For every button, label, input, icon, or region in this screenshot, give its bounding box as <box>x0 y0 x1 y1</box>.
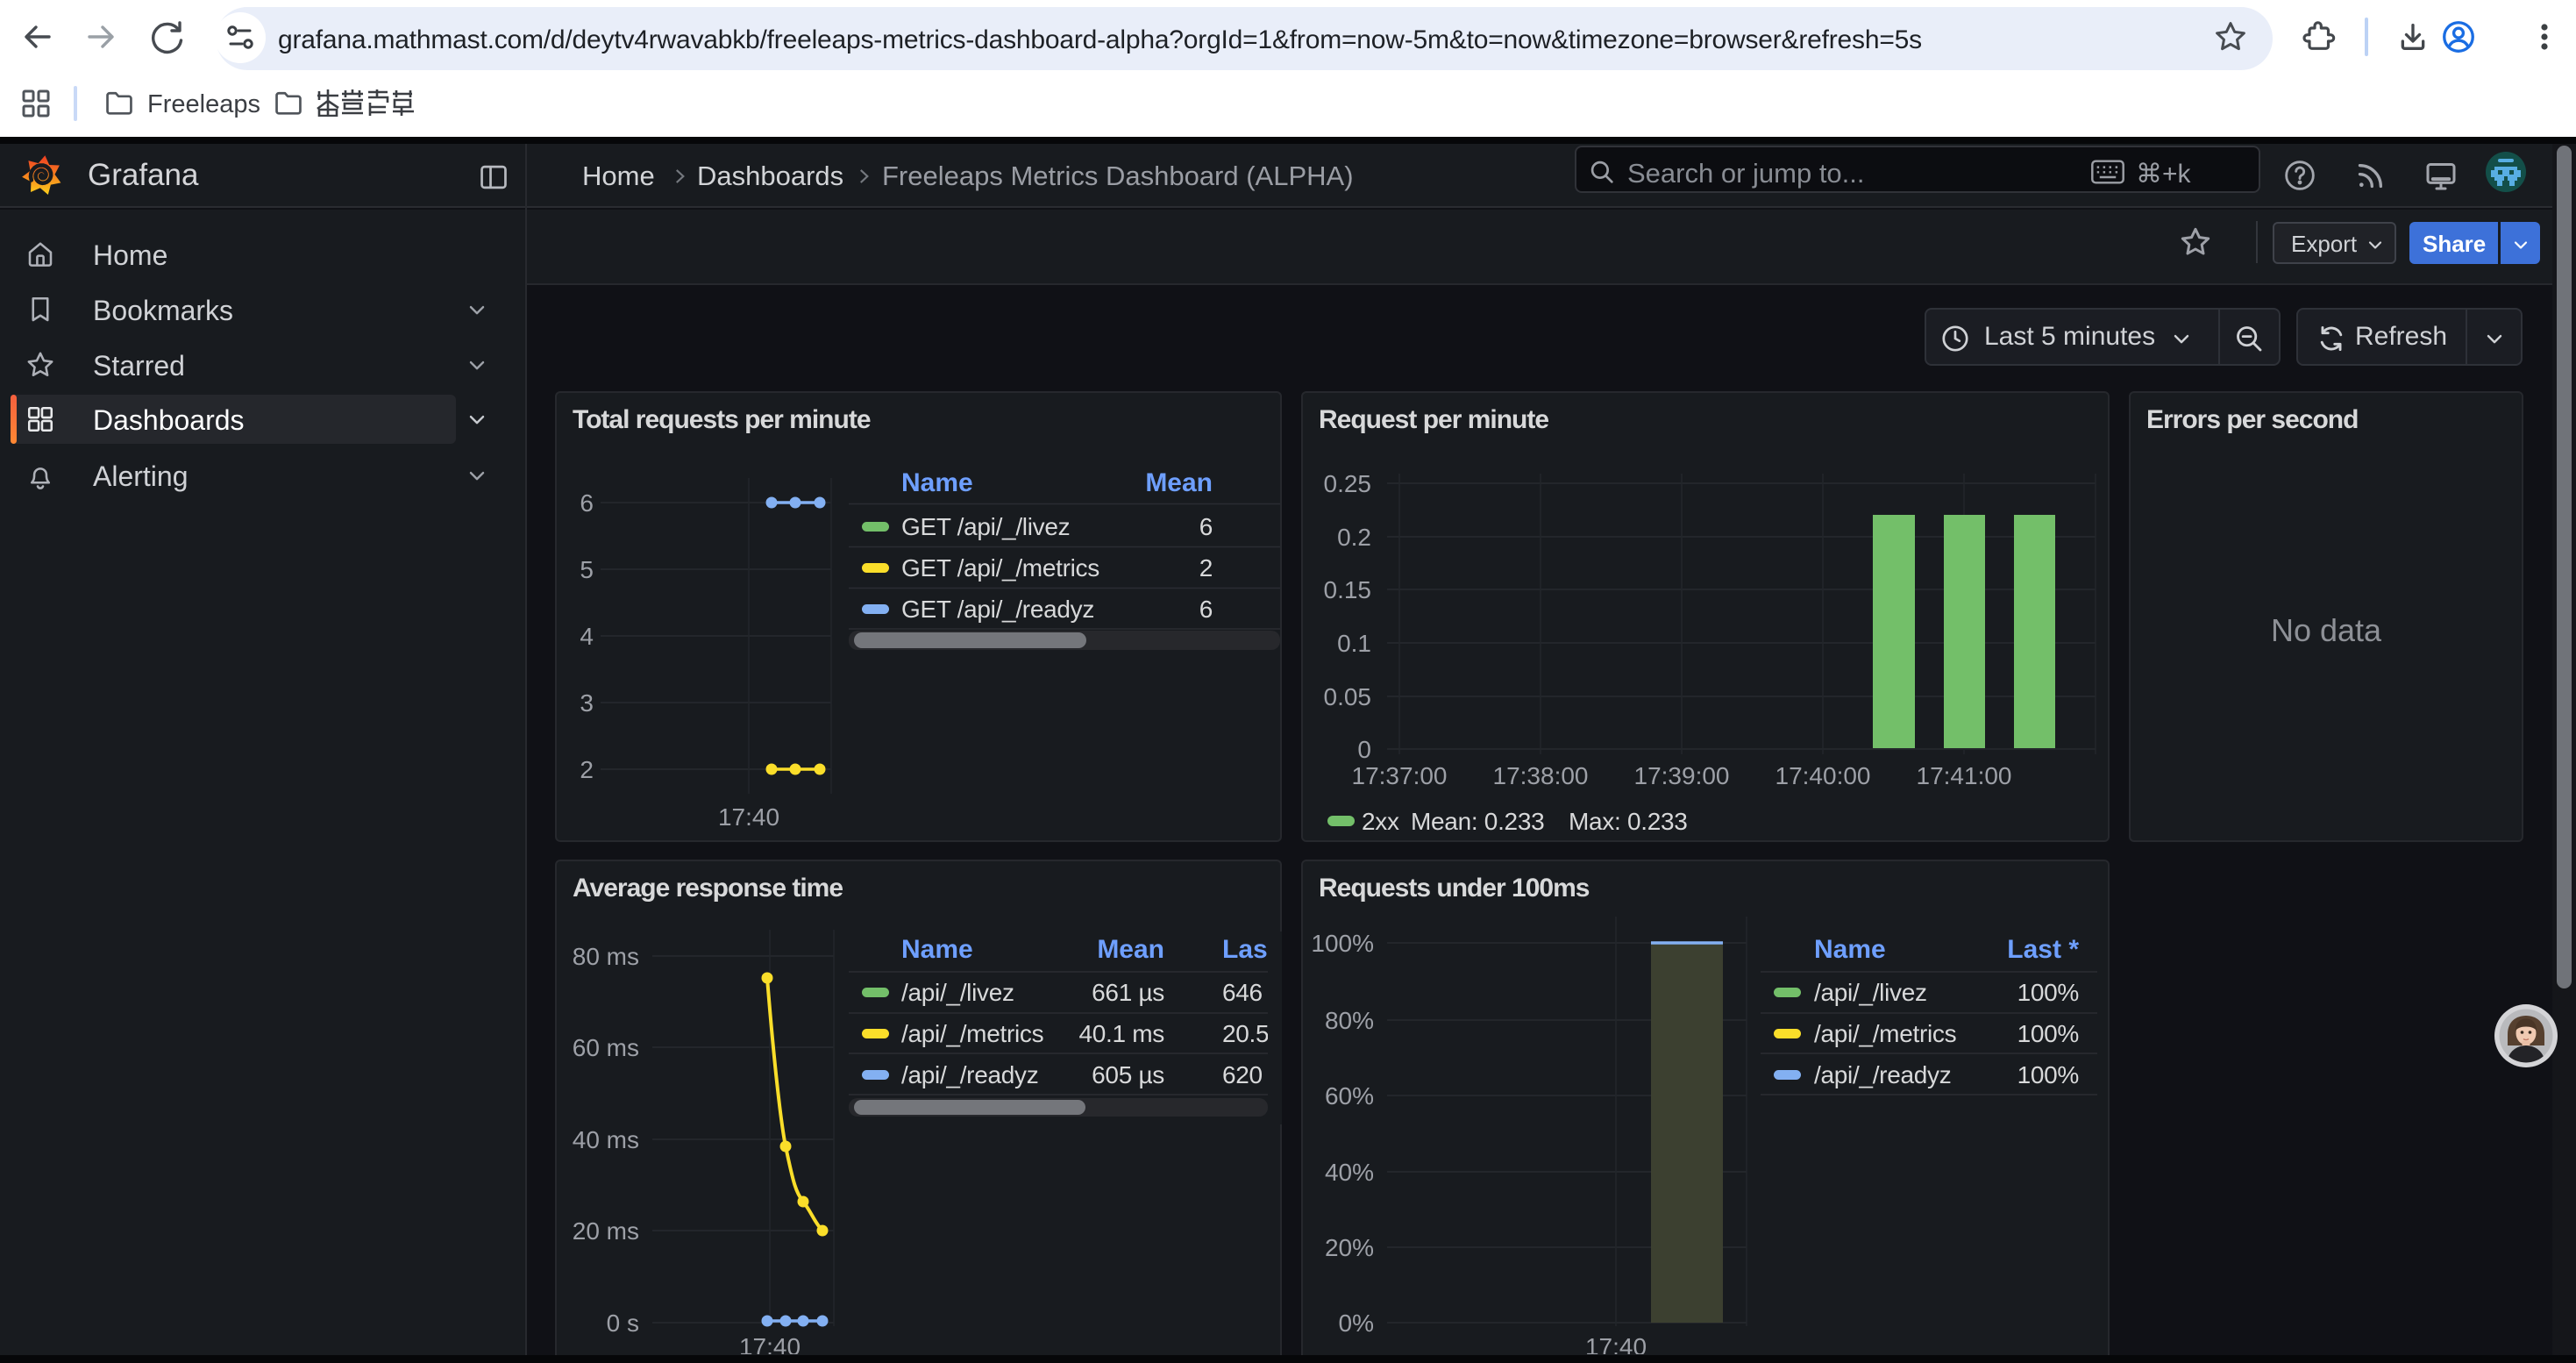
svg-text:40.1 ms: 40.1 ms <box>1079 1020 1165 1047</box>
svg-text:Mean: 0.233: Mean: 0.233 <box>1411 808 1544 835</box>
svg-text:60%: 60% <box>1325 1082 1374 1110</box>
svg-text:6: 6 <box>1199 596 1213 623</box>
svg-text:100%: 100% <box>2017 1061 2079 1088</box>
svg-text:5: 5 <box>580 556 594 583</box>
svg-text:6: 6 <box>580 489 594 517</box>
svg-text:0.2: 0.2 <box>1337 524 1371 551</box>
svg-text:0: 0 <box>1357 736 1371 763</box>
svg-text:0.25: 0.25 <box>1324 470 1372 497</box>
svg-text:17:37:00: 17:37:00 <box>1352 762 1448 789</box>
svg-text:17:41:00: 17:41:00 <box>1917 762 2012 789</box>
svg-text:100%: 100% <box>2017 979 2079 1006</box>
svg-text:/api/_/metrics: /api/_/metrics <box>1814 1020 1956 1047</box>
svg-text:Name: Name <box>901 468 973 497</box>
svg-text:Mean: Mean <box>1145 468 1213 497</box>
svg-text:80 ms: 80 ms <box>573 943 639 970</box>
svg-text:0.1: 0.1 <box>1337 630 1371 657</box>
svg-text:0%: 0% <box>1339 1309 1374 1337</box>
svg-text:605 µs: 605 µs <box>1092 1061 1164 1088</box>
svg-text:60 ms: 60 ms <box>573 1034 639 1061</box>
svg-text:17:40: 17:40 <box>739 1333 801 1354</box>
svg-text:661 µs: 661 µs <box>1092 979 1164 1006</box>
svg-text:0.05: 0.05 <box>1324 683 1372 710</box>
svg-text:100%: 100% <box>2017 1020 2079 1047</box>
svg-text:6: 6 <box>1199 513 1213 540</box>
svg-text:GET /api/_/livez: GET /api/_/livez <box>901 513 1070 540</box>
svg-text:Last *: Last * <box>2007 935 2079 964</box>
svg-text:Name: Name <box>901 935 973 964</box>
svg-text:20 ms: 20 ms <box>573 1217 639 1245</box>
svg-text:/api/_/metrics: /api/_/metrics <box>901 1020 1043 1047</box>
svg-text:4: 4 <box>580 623 594 650</box>
svg-text:0.15: 0.15 <box>1324 576 1372 603</box>
svg-text:2: 2 <box>1199 554 1213 582</box>
svg-text:2: 2 <box>580 756 594 783</box>
svg-text:3: 3 <box>580 689 594 717</box>
svg-text:GET /api/_/readyz: GET /api/_/readyz <box>901 596 1094 623</box>
svg-text:17:40: 17:40 <box>718 803 779 831</box>
svg-text:Name: Name <box>1814 935 1886 964</box>
svg-text:/api/_/livez: /api/_/livez <box>901 979 1014 1006</box>
svg-text:17:40:00: 17:40:00 <box>1775 762 1871 789</box>
svg-text:17:38:00: 17:38:00 <box>1493 762 1589 789</box>
svg-text:17:40: 17:40 <box>1585 1333 1647 1354</box>
svg-text:2xx: 2xx <box>1362 808 1399 835</box>
svg-text:0 s: 0 s <box>607 1309 639 1337</box>
svg-text:40 ms: 40 ms <box>573 1126 639 1153</box>
svg-text:17:39:00: 17:39:00 <box>1634 762 1730 789</box>
svg-text:/api/_/readyz: /api/_/readyz <box>1814 1061 1951 1088</box>
svg-text:20%: 20% <box>1325 1234 1374 1261</box>
svg-text:/api/_/livez: /api/_/livez <box>1814 979 1927 1006</box>
svg-text:/api/_/readyz: /api/_/readyz <box>901 1061 1038 1088</box>
svg-text:100%: 100% <box>1311 930 1374 957</box>
svg-text:GET /api/_/metrics: GET /api/_/metrics <box>901 554 1099 582</box>
svg-text:Mean: Mean <box>1097 935 1164 964</box>
svg-text:Max: 0.233: Max: 0.233 <box>1569 808 1688 835</box>
svg-text:80%: 80% <box>1325 1007 1374 1034</box>
svg-text:40%: 40% <box>1325 1159 1374 1186</box>
